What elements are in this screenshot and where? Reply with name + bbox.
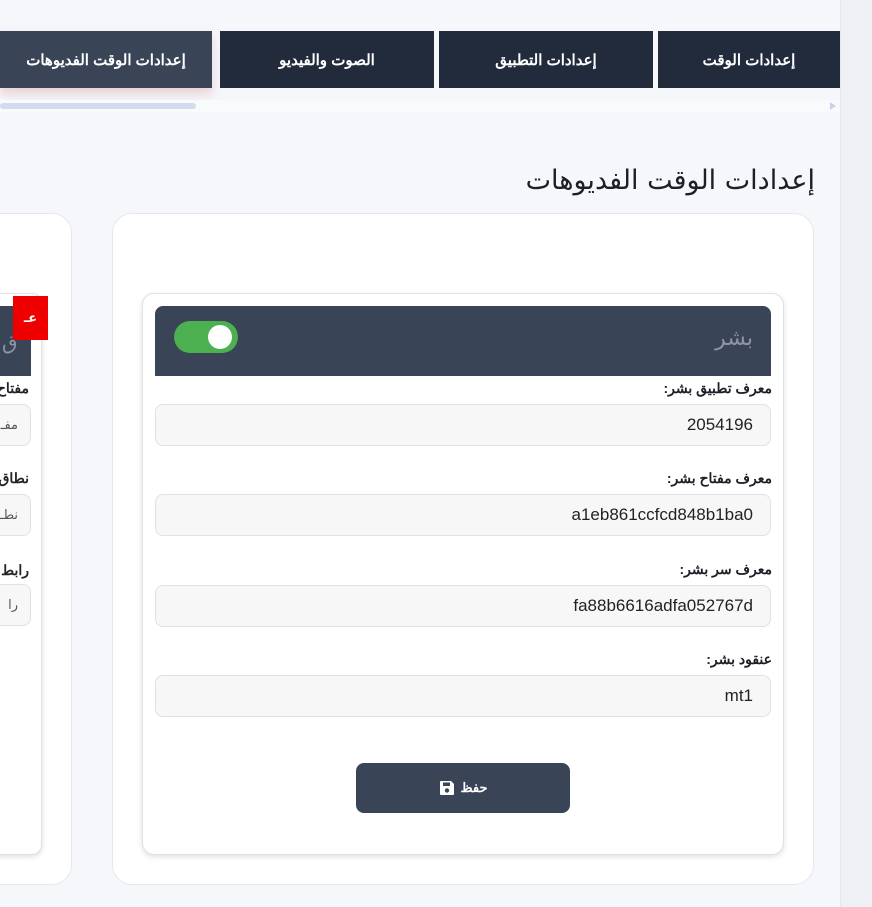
left-link-input[interactable]: را — [0, 584, 31, 626]
left-field-label-key: مفتاح — [0, 380, 29, 396]
cluster-input[interactable] — [155, 675, 771, 717]
tab-time-settings[interactable]: إعدادات الوقت — [658, 31, 840, 88]
cluster-label: عنقود بشر: — [706, 651, 772, 667]
tab-scroll-thumb[interactable] — [0, 103, 196, 109]
toggle-switch-icon — [208, 325, 232, 349]
app-id-label: معرف تطبيق بشر: — [663, 380, 772, 396]
key-id-label: معرف مفتاح بشر: — [666, 470, 772, 486]
secret-id-label: معرف سر بشر: — [679, 561, 773, 577]
provider-title: بشر — [715, 326, 753, 351]
left-field-label-domain: نطاق — [0, 470, 29, 486]
left-provider-card: ق مفتاح مفـ نطاق نطـ رابط را — [0, 293, 42, 855]
tab-scrollbar[interactable] — [0, 100, 840, 112]
secret-id-input[interactable] — [155, 585, 771, 627]
left-key-input[interactable]: مفـ — [0, 404, 31, 446]
key-id-input[interactable] — [155, 494, 771, 536]
save-button-label: حفظ — [460, 780, 488, 795]
left-domain-input[interactable]: نطـ — [0, 494, 31, 536]
provider-header: بشر — [155, 306, 771, 376]
floppy-disk-icon — [439, 781, 454, 795]
page-title: إعدادات الوقت الفديوهات — [525, 165, 815, 196]
app-id-input[interactable] — [155, 404, 771, 446]
red-logo-badge: عـ — [13, 296, 48, 340]
save-button[interactable]: حفظ — [356, 763, 570, 813]
left-field-label-link: رابط — [1, 562, 29, 578]
tab-app-settings[interactable]: إعدادات التطبيق — [439, 31, 653, 88]
provider-enable-toggle[interactable] — [174, 321, 238, 353]
settings-tab-bar: إعدادات الوقت إعدادات التطبيق الصوت والف… — [0, 31, 840, 88]
page-scrollbar[interactable] — [840, 0, 872, 907]
scroll-right-arrow-icon[interactable] — [830, 102, 836, 110]
tab-video-time-settings[interactable]: إعدادات الوقت الفديوهات — [0, 31, 212, 88]
tab-audio-video[interactable]: الصوت والفيديو — [220, 31, 434, 88]
